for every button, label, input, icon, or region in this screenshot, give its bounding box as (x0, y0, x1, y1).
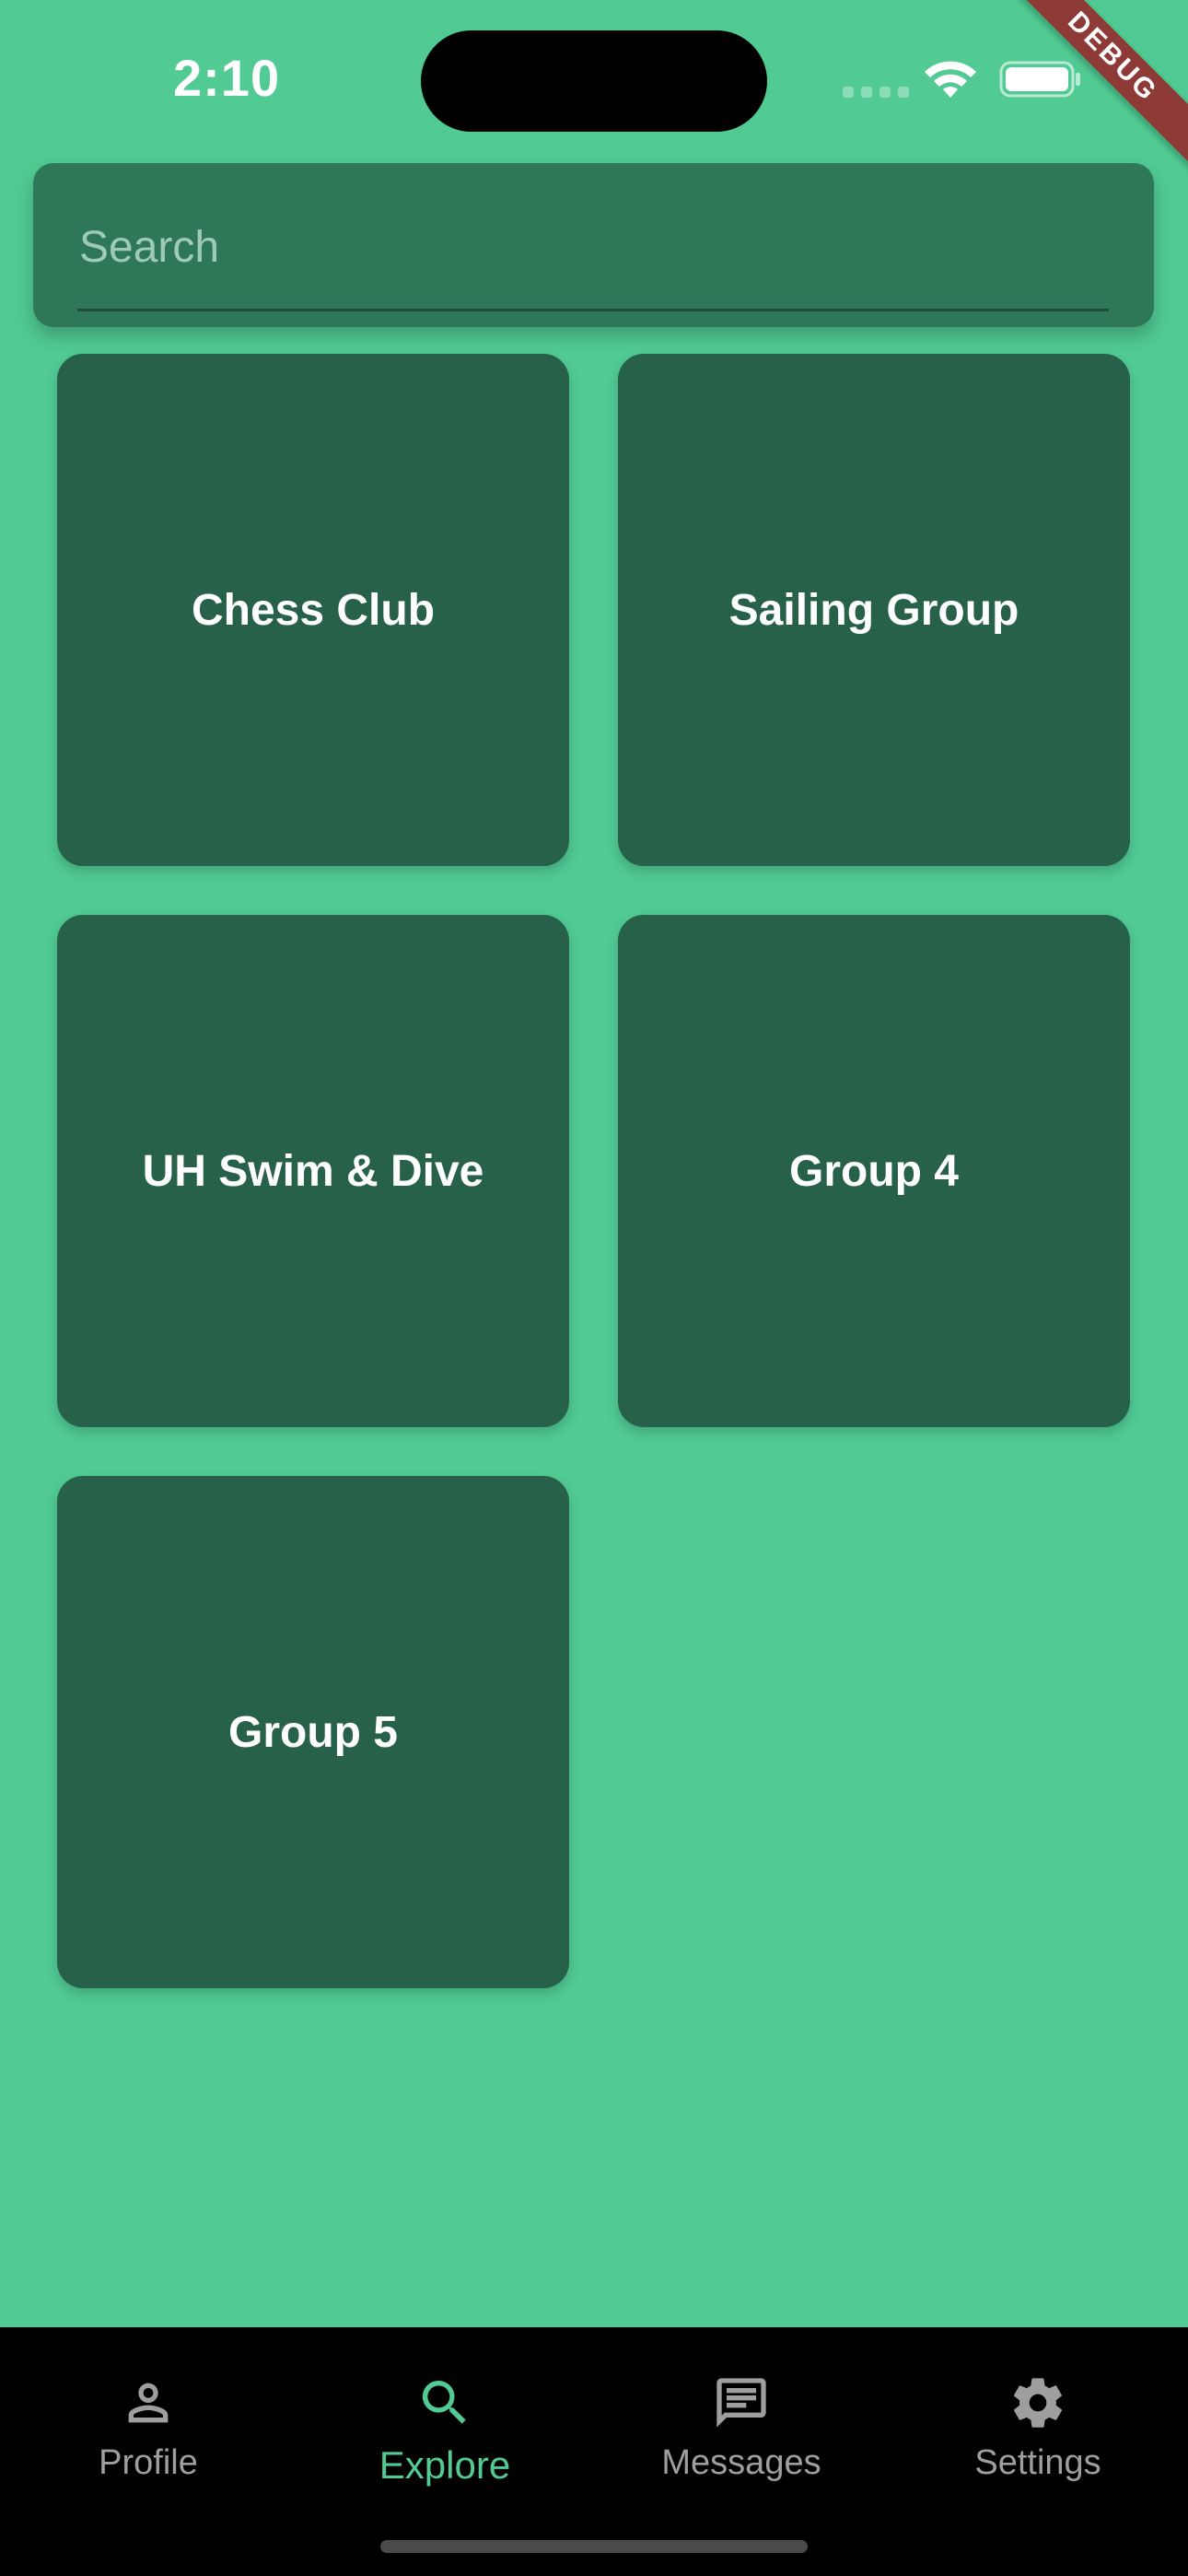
group-tile-group-5[interactable]: Group 5 (57, 1476, 569, 1988)
search-bar (33, 163, 1154, 327)
group-tile-label: Group 4 (788, 1146, 959, 1196)
explore-screen: 2:10 DEBUG Chess Club Sailing Group UH S… (0, 0, 1188, 2576)
nav-label-messages: Messages (661, 2443, 821, 2482)
person-icon (128, 2383, 169, 2423)
nav-item-explore[interactable]: Explore (297, 2346, 593, 2493)
group-tile-uh-swim-dive[interactable]: UH Swim & Dive (57, 915, 569, 1427)
group-tile-label: Sailing Group (728, 585, 1019, 635)
status-time: 2:10 (173, 49, 281, 107)
message-icon (716, 2378, 766, 2428)
battery-icon (999, 61, 1080, 98)
wifi-icon (925, 61, 976, 98)
home-indicator[interactable] (380, 2540, 808, 2553)
group-tile-group-4[interactable]: Group 4 (618, 915, 1130, 1427)
group-tile-label: Group 5 (227, 1707, 398, 1757)
search-icon (422, 2381, 466, 2424)
group-tile-label: Chess Club (191, 585, 436, 635)
nav-item-settings[interactable]: Settings (890, 2346, 1186, 2493)
gear-icon (1014, 2378, 1062, 2428)
search-underline (77, 309, 1109, 311)
nav-item-messages[interactable]: Messages (593, 2346, 890, 2493)
group-tile-label: UH Swim & Dive (142, 1146, 484, 1196)
nav-label-profile: Profile (99, 2443, 198, 2482)
group-tile-sailing-group[interactable]: Sailing Group (618, 354, 1130, 866)
nav-item-profile[interactable]: Profile (0, 2346, 297, 2493)
group-tile-chess-club[interactable]: Chess Club (57, 354, 569, 866)
nav-label-settings: Settings (974, 2443, 1101, 2482)
nav-label-explore: Explore (379, 2443, 511, 2487)
cellular-signal-icon (843, 87, 909, 98)
search-input[interactable] (77, 209, 1112, 285)
bottom-navigation-bar: Profile Explore Messages Settings (0, 2327, 1188, 2576)
dynamic-island (421, 30, 767, 132)
